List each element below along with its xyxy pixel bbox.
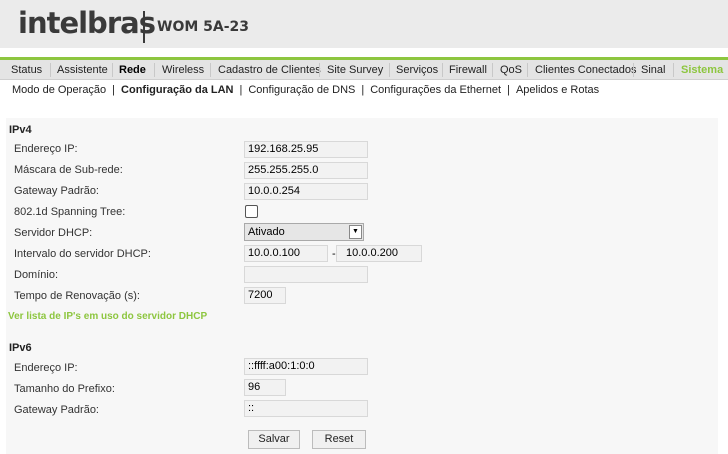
tab-separator [442,63,443,77]
subnav-apelidos-e-rotas[interactable]: Apelidos e Rotas [516,84,599,96]
subnav-configuracoes-da-ethernet[interactable]: Configurações da Ethernet [370,84,501,96]
ipv6-prefix-input[interactable]: 96 [244,379,286,396]
dhcp-range-end-input[interactable]: 10.0.0.200 [336,245,422,262]
dhcp-server-label: Servidor DHCP: [14,227,93,239]
tab-separator [527,63,528,77]
tab-separator [50,63,51,77]
tab-cadastro-de-clientes[interactable]: Cadastro de Clientes [218,64,321,76]
dhcp-range-end-value: 10.0.0.200 [346,247,398,259]
ipv6-ip-label: Endereço IP: [14,362,78,374]
stp-checkbox[interactable] [245,205,258,218]
tab-qos[interactable]: QoS [500,64,522,76]
lease-time-label: Tempo de Renovação (s): [14,290,140,302]
ipv4-section-title: IPv4 [9,124,32,136]
tab-sistema[interactable]: Sistema [681,64,723,76]
save-button[interactable]: Salvar [248,430,300,449]
chevron-down-icon[interactable]: ▼ [349,225,362,239]
tab-rede[interactable]: Rede [119,64,146,76]
tab-site-survey[interactable]: Site Survey [327,64,383,76]
subnav-separator: | [507,84,510,96]
dhcp-range-label: Intervalo do servidor DHCP: [14,248,151,260]
ipv6-gateway-input[interactable]: :: [244,400,368,417]
device-model: WOM 5A-23 [157,19,250,35]
ipv4-gateway-label: Gateway Padrão: [14,185,99,197]
subnav-separator: | [361,84,365,96]
ipv6-gateway-label: Gateway Padrão: [14,404,99,416]
tab-separator [154,63,155,77]
tab-status[interactable]: Status [11,64,42,76]
stp-label: 802.1d Spanning Tree: [14,206,126,218]
tab-assistente[interactable]: Assistente [57,64,108,76]
ipv4-ip-label: Endereço IP: [14,143,78,155]
reset-button[interactable]: Reset [312,430,366,449]
sub-navigation: Modo de Operação | Configuração da LAN | Con… [12,84,599,96]
ipv6-section-title: IPv6 [9,342,32,354]
tab-servicos[interactable]: Serviços [396,64,438,76]
main-navigation: Status Assistente Rede Wireless Cadastro… [0,60,728,80]
domain-input[interactable] [244,266,368,283]
ipv6-prefix-label: Tamanho do Prefixo: [14,383,115,395]
ipv6-ip-input[interactable]: ::ffff:a00:1:0:0 [244,358,368,375]
dhcp-server-selected-value: Ativado [248,226,285,238]
ipv4-gateway-input[interactable]: 10.0.0.254 [244,183,368,200]
subnav-configuracao-de-dns[interactable]: Configuração de DNS [248,84,355,96]
header: intelbras WOM 5A-23 [0,0,728,48]
subnav-configuracao-da-lan[interactable]: Configuração da LAN [121,84,233,96]
logo-divider [143,11,145,43]
tab-clientes-conectados[interactable]: Clientes Conectados [535,64,637,76]
dhcp-range-start-input[interactable]: 10.0.0.100 [244,245,328,262]
ipv4-mask-label: Máscara de Sub-rede: [14,164,123,176]
subnav-separator: | [239,84,243,96]
brand-logo: intelbras [18,6,156,40]
tab-separator [210,63,211,77]
tab-separator [319,63,320,77]
tab-separator [389,63,390,77]
dhcp-lease-list-link[interactable]: Ver lista de IP's em uso do servidor DHC… [8,311,207,322]
tab-separator [673,63,674,77]
subnav-separator: | [112,84,116,96]
tab-sinal[interactable]: Sinal [641,64,665,76]
tab-separator [492,63,493,77]
domain-label: Domínio: [14,269,59,281]
tab-separator [633,63,634,77]
ipv4-mask-input[interactable]: 255.255.255.0 [244,162,368,179]
ipv4-ip-input[interactable]: 192.168.25.95 [244,141,368,158]
dhcp-server-select[interactable]: Ativado ▼ [244,223,364,241]
tab-separator [112,63,113,77]
tab-wireless[interactable]: Wireless [162,64,204,76]
subnav-modo-de-operacao[interactable]: Modo de Operação [12,84,106,96]
tab-firewall[interactable]: Firewall [449,64,487,76]
lease-time-input[interactable]: 7200 [244,287,286,304]
